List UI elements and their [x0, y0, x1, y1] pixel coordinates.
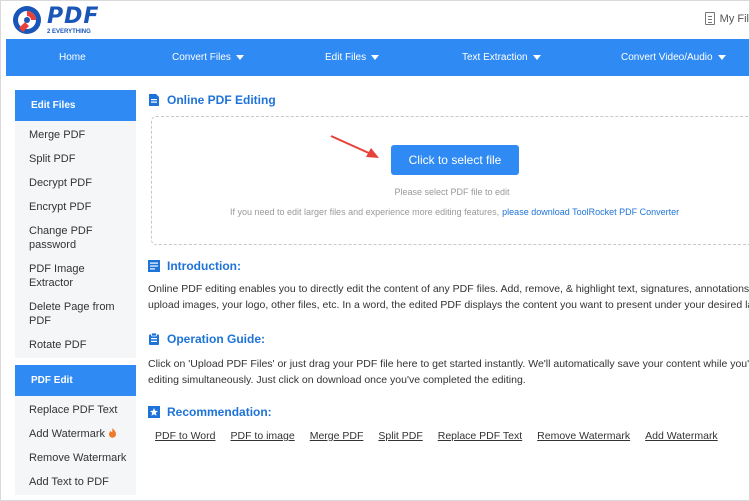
introduction-line: Online PDF editing enables you to direct… — [148, 283, 750, 295]
sidebar-item-remove-watermark[interactable]: Remove Watermark — [15, 451, 136, 465]
main-nav: Home Convert Files Edit Files Text Extra… — [6, 39, 749, 76]
fire-icon — [109, 428, 117, 438]
upload-more-text: If you need to edit larger files and exp… — [230, 207, 500, 217]
nav-convert-files-label: Convert Files — [172, 52, 231, 63]
my-files-link[interactable]: My Fil — [704, 12, 749, 25]
chevron-down-icon — [717, 54, 726, 60]
sidebar-item-split-pdf[interactable]: Split PDF — [15, 152, 136, 166]
download-converter-link[interactable]: please download ToolRocket PDF Converter — [502, 207, 679, 217]
select-file-button[interactable]: Click to select file — [391, 145, 519, 175]
operation-guide-line: Click on 'Upload PDF Files' or just drag… — [148, 358, 750, 370]
recommendation-link-pdf-to-word[interactable]: PDF to Word — [155, 430, 216, 442]
sidebar-item-merge-pdf[interactable]: Merge PDF — [15, 128, 136, 142]
introduction-title: Introduction: — [167, 259, 241, 273]
document-icon — [149, 94, 159, 106]
recommendation-link-remove-watermark[interactable]: Remove Watermark — [537, 430, 630, 442]
recommendation-title: Recommendation: — [167, 405, 272, 419]
recommendation-link-merge-pdf[interactable]: Merge PDF — [310, 430, 364, 442]
recommendation-link-replace-pdf-text[interactable]: Replace PDF Text — [438, 430, 522, 442]
recommendation-link-add-watermark[interactable]: Add Watermark — [645, 430, 718, 442]
chevron-down-icon — [532, 54, 541, 60]
upload-hint: Please select PDF file to edit — [394, 187, 510, 197]
operation-guide-title: Operation Guide: — [167, 332, 266, 346]
upload-more-info: If you need to edit larger files and exp… — [230, 207, 679, 217]
site-header: PDF 2 EVERYTHING My Fil — [1, 1, 749, 39]
chevron-down-icon — [235, 54, 244, 60]
nav-text-extraction[interactable]: Text Extraction — [462, 39, 541, 76]
operation-guide-text: Click on 'Upload PDF Files' or just drag… — [148, 356, 750, 388]
operation-guide-line: editing simultaneously. Just click on do… — [148, 374, 526, 386]
sidebar-group-edit-files-title: Edit Files — [15, 90, 136, 121]
nav-text-extraction-label: Text Extraction — [462, 52, 528, 63]
page-title: Online PDF Editing — [148, 93, 276, 107]
introduction-text: Online PDF editing enables you to direct… — [148, 281, 750, 313]
recommendation-link-pdf-to-image[interactable]: PDF to image — [231, 430, 295, 442]
site-logo[interactable]: PDF 2 EVERYTHING — [11, 3, 99, 37]
text-block-icon — [148, 260, 160, 272]
my-files-label: My Fil — [719, 12, 749, 25]
recommendation-link-split-pdf[interactable]: Split PDF — [378, 430, 422, 442]
sidebar-group-edit-files: Merge PDF Split PDF Decrypt PDF Encrypt … — [15, 121, 136, 358]
sidebar-item-add-text-to-pdf[interactable]: Add Text to PDF — [15, 475, 136, 489]
sidebar-item-encrypt-pdf[interactable]: Encrypt PDF — [15, 200, 136, 214]
logo-title: PDF — [47, 3, 100, 29]
sidebar-item-decrypt-pdf[interactable]: Decrypt PDF — [15, 176, 136, 190]
sidebar-item-rotate-pdf[interactable]: Rotate PDF — [15, 338, 136, 352]
pdf-logo-icon — [13, 6, 41, 34]
logo-subtitle: 2 EVERYTHING — [47, 28, 91, 35]
recommendation-heading: Recommendation: — [148, 405, 272, 419]
document-icon — [704, 12, 715, 25]
upload-dropzone[interactable]: Click to select file Please select PDF f… — [151, 116, 749, 245]
nav-edit-files[interactable]: Edit Files — [325, 39, 380, 76]
sidebar-item-change-pdf-password[interactable]: Change PDF password — [15, 224, 136, 252]
sidebar-group-pdf-edit: Replace PDF Text Add Watermark Remove Wa… — [15, 396, 136, 495]
nav-home-label: Home — [59, 52, 86, 63]
recommendation-links: PDF to Word PDF to image Merge PDF Split… — [155, 430, 733, 442]
nav-edit-files-label: Edit Files — [325, 52, 367, 63]
sidebar-group-pdf-edit-title: PDF Edit — [15, 365, 136, 396]
sidebar: Edit Files Merge PDF Split PDF Decrypt P… — [15, 90, 136, 495]
clipboard-icon — [149, 333, 159, 345]
nav-home[interactable]: Home — [59, 39, 86, 76]
nav-convert-video-audio-label: Convert Video/Audio — [621, 52, 713, 63]
operation-guide-heading: Operation Guide: — [148, 332, 265, 346]
sidebar-item-delete-page-from-pdf[interactable]: Delete Page from PDF — [15, 300, 136, 328]
pointer-arrow-icon — [330, 135, 379, 158]
nav-convert-video-audio[interactable]: Convert Video/Audio — [621, 39, 726, 76]
introduction-heading: Introduction: — [148, 259, 241, 273]
star-bookmark-icon — [148, 406, 160, 418]
browser-page: PDF 2 EVERYTHING My Fil Home Convert Fil… — [0, 0, 750, 501]
sidebar-item-add-watermark[interactable]: Add Watermark — [15, 427, 136, 441]
sidebar-item-replace-pdf-text[interactable]: Replace PDF Text — [15, 403, 136, 417]
page-title-text: Online PDF Editing — [167, 93, 276, 107]
sidebar-item-add-watermark-label: Add Watermark — [29, 428, 106, 440]
sidebar-item-pdf-image-extractor[interactable]: PDF Image Extractor — [15, 262, 136, 290]
introduction-line: upload images, your logo, other files, e… — [148, 299, 750, 311]
chevron-down-icon — [371, 54, 380, 60]
nav-convert-files[interactable]: Convert Files — [172, 39, 244, 76]
